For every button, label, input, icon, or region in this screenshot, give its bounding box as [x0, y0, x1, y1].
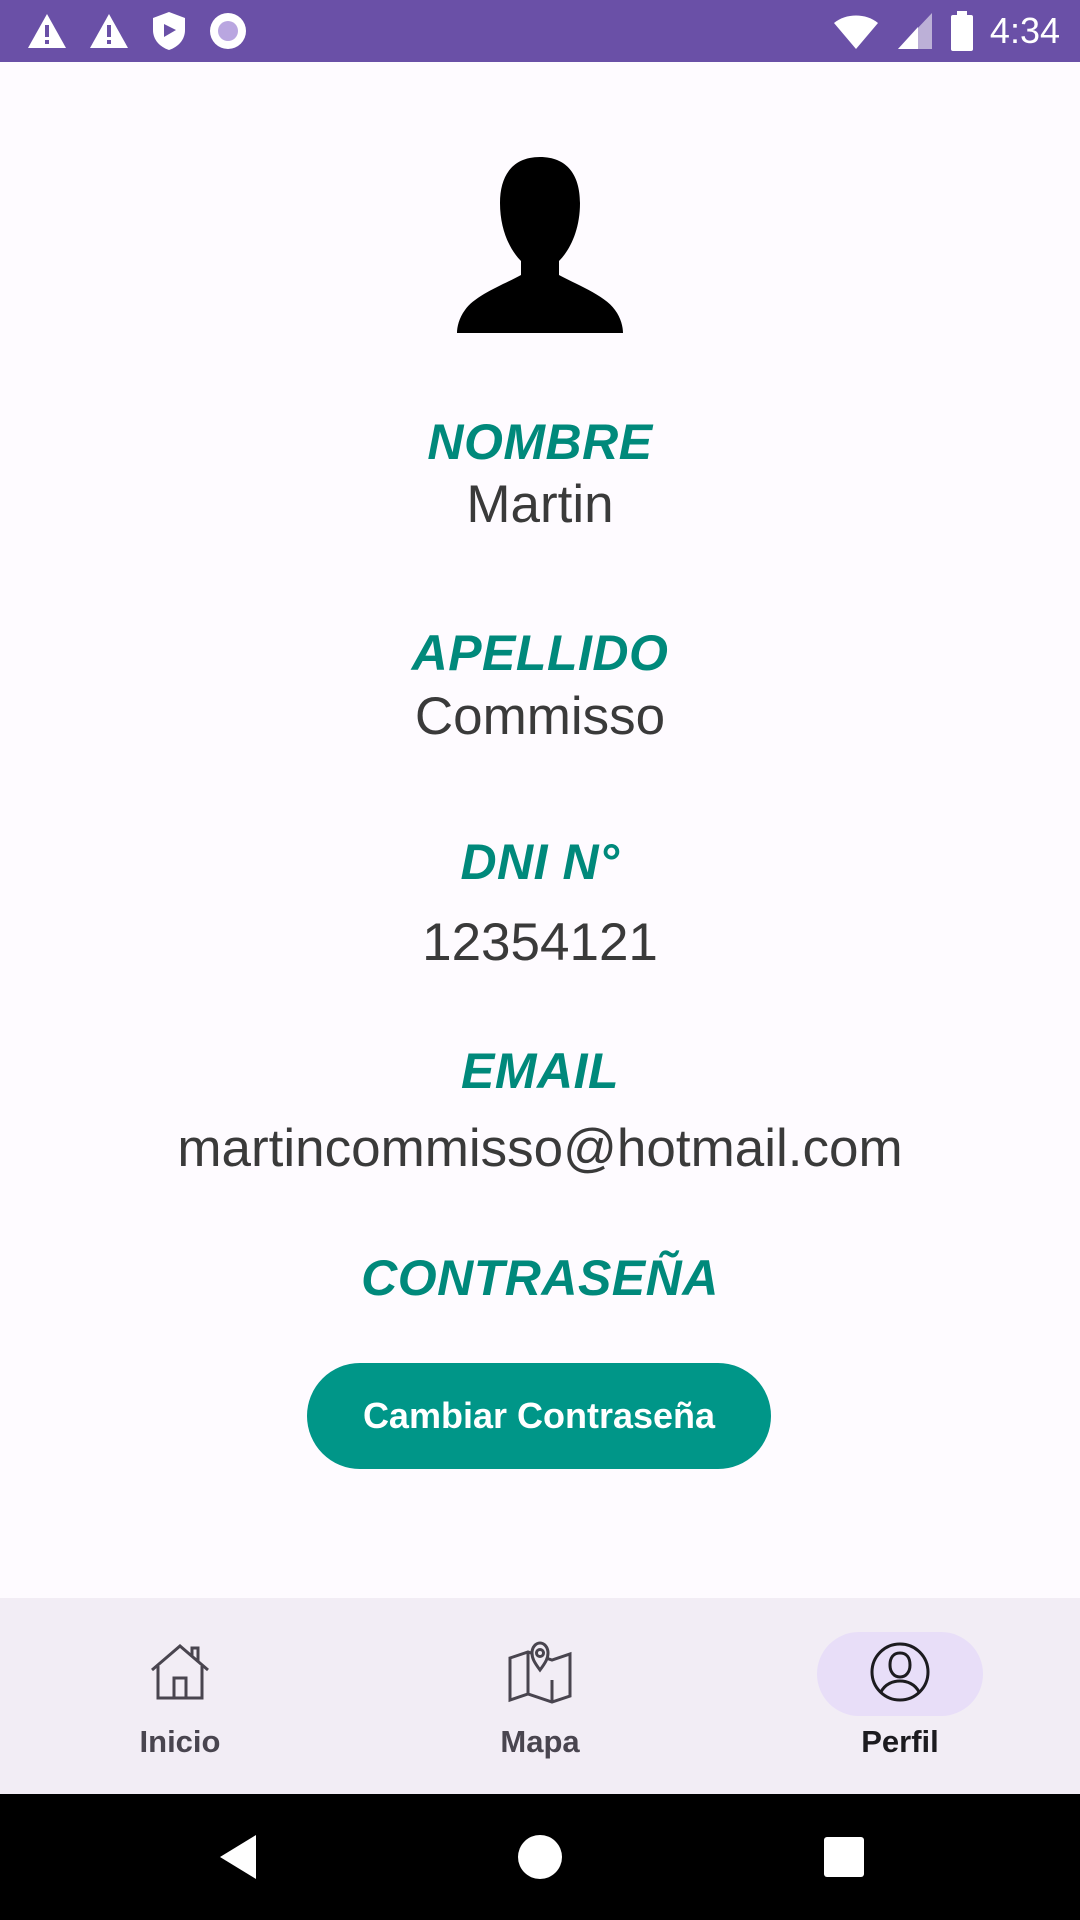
map-icon — [506, 1640, 574, 1709]
nav-item-mapa[interactable]: Mapa — [360, 1598, 720, 1794]
nav-label-inicio: Inicio — [139, 1724, 221, 1759]
nombre-value: Martin — [466, 475, 614, 534]
change-password-button[interactable]: Cambiar Contraseña — [307, 1363, 771, 1469]
nav-label-mapa: Mapa — [500, 1724, 580, 1759]
system-navigation-bar — [0, 1794, 1080, 1920]
home-circle-icon[interactable] — [510, 1827, 570, 1887]
email-label: EMAIL — [460, 1043, 620, 1099]
wifi-icon — [832, 11, 880, 51]
nav-label-perfil: Perfil — [861, 1724, 939, 1759]
nombre-label: NOMBRE — [427, 414, 653, 470]
contrasena-label: CONTRASEÑA — [361, 1250, 719, 1306]
bottom-navigation: Inicio Mapa Perfil — [0, 1598, 1080, 1794]
warning-icon — [26, 12, 68, 50]
dni-value: 12354121 — [422, 913, 658, 972]
home-icon — [148, 1640, 212, 1709]
status-bar: 4:34 — [0, 0, 1080, 62]
active-indicator — [817, 1632, 983, 1716]
record-icon — [208, 11, 248, 51]
nav-item-inicio[interactable]: Inicio — [0, 1598, 360, 1794]
signal-icon — [896, 11, 934, 51]
nav-item-perfil[interactable]: Perfil — [720, 1598, 1080, 1794]
dni-label: DNI N° — [460, 834, 620, 890]
battery-icon — [950, 11, 974, 51]
apellido-value: Commisso — [414, 687, 666, 746]
person-silhouette-icon — [455, 155, 625, 335]
shield-icon — [150, 10, 188, 52]
back-icon[interactable] — [210, 1827, 270, 1887]
status-notifications — [26, 10, 248, 52]
status-time: 4:34 — [989, 10, 1060, 51]
apellido-label: APELLIDO — [411, 625, 669, 681]
profile-icon — [869, 1641, 931, 1708]
status-system: 4:34 — [832, 8, 1060, 54]
recents-icon[interactable] — [814, 1827, 874, 1887]
email-value: martincommisso@hotmail.com — [177, 1119, 903, 1178]
profile-screen: 4:34 NOMBRE Martin APELLIDO Commisso DNI… — [0, 0, 1080, 1920]
warning-icon — [88, 12, 130, 50]
